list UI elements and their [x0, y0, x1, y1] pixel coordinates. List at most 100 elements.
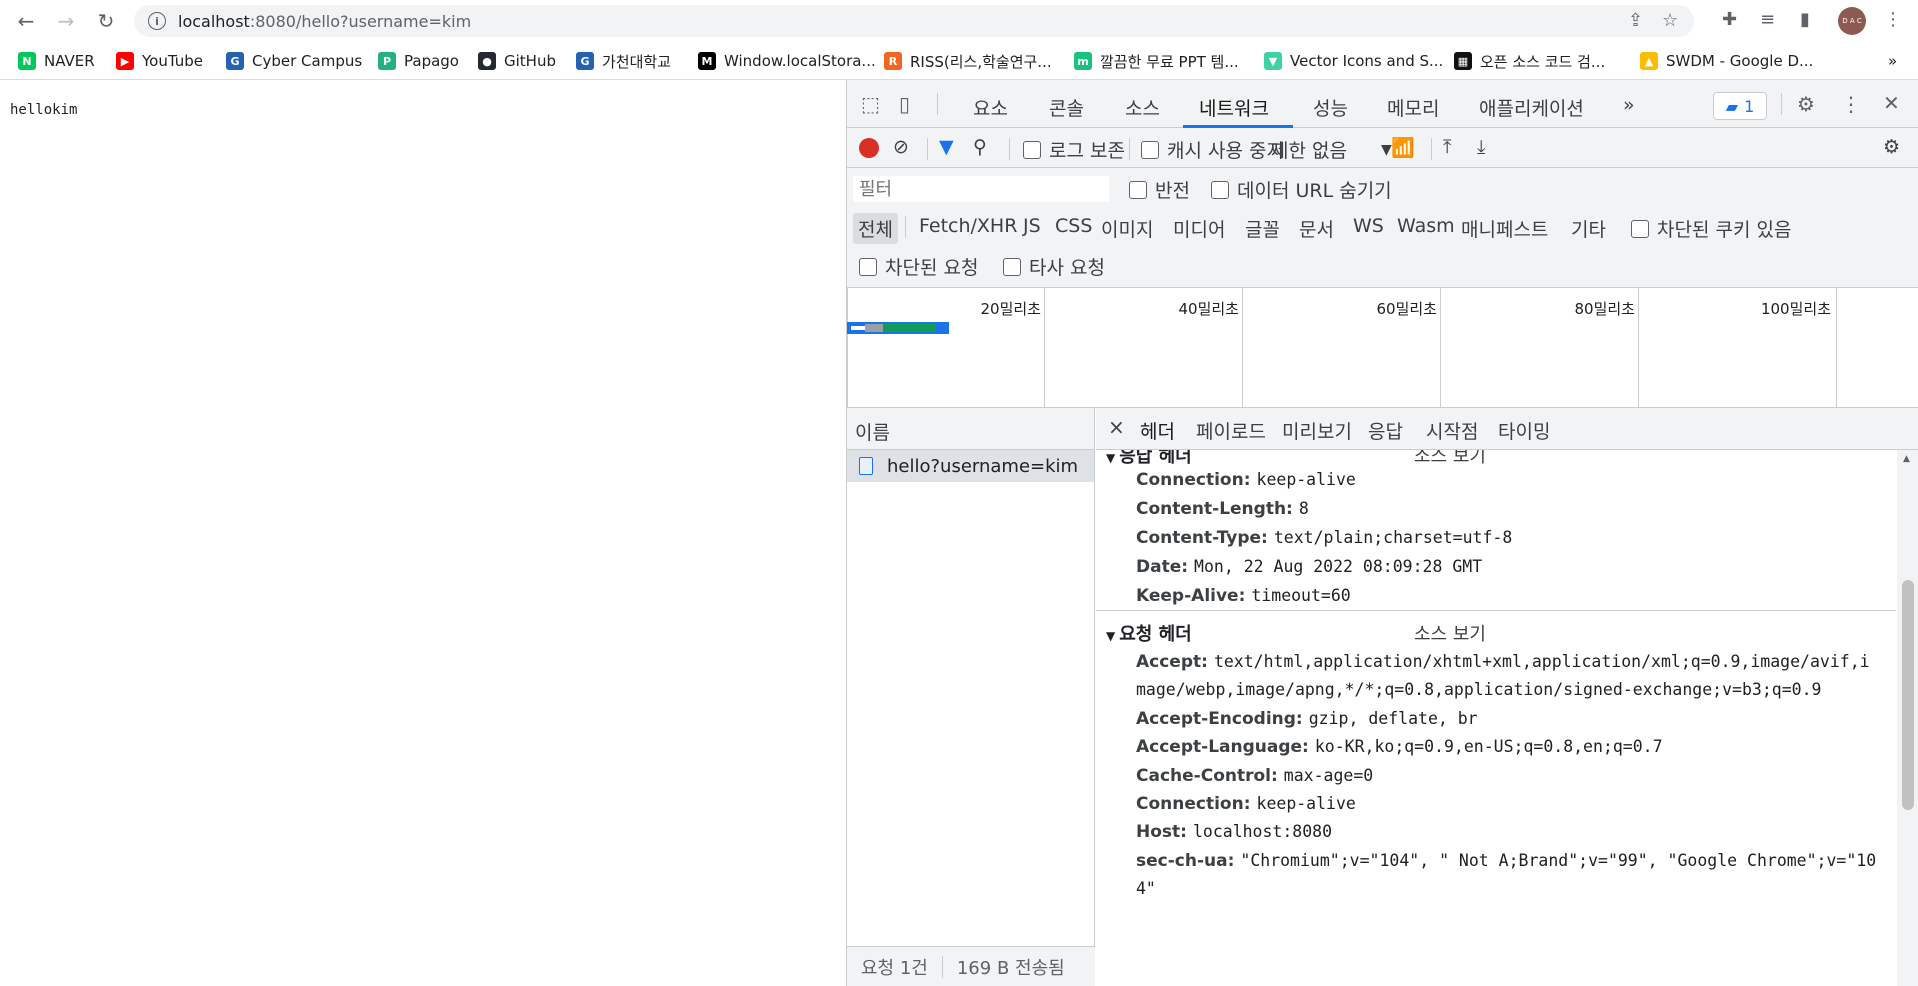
clear-icon[interactable]: ⊘ — [893, 136, 909, 158]
bookmark-item[interactable]: m 깔끔한 무료 PPT 템... — [1074, 50, 1239, 72]
type-filter-fonts[interactable]: 글꼴 — [1245, 215, 1280, 242]
customize-menu-icon[interactable]: ⋮ — [1841, 92, 1861, 116]
forward-icon[interactable]: → — [52, 7, 80, 35]
media-control-icon[interactable]: ≡ — [1760, 9, 1775, 30]
export-har-icon[interactable]: ⤓ — [1477, 136, 1485, 158]
bookmark-item[interactable]: ● GitHub — [478, 50, 556, 72]
bookmark-item[interactable]: R RISS(리스,학술연구... — [884, 50, 1052, 72]
reload-icon[interactable]: ↻ — [92, 7, 120, 35]
tab-network[interactable]: 네트워크 — [1199, 94, 1269, 121]
extensions-icon[interactable]: ✚ — [1722, 9, 1737, 30]
type-filter-all[interactable]: 전체 — [853, 213, 898, 244]
side-panel-icon[interactable]: ▮ — [1800, 9, 1810, 30]
inspect-element-icon[interactable]: ⬚ — [861, 92, 880, 116]
network-settings-icon[interactable]: ⚙ — [1883, 136, 1900, 158]
bookmark-item[interactable]: M Window.localStora... — [698, 50, 876, 72]
name-column-header[interactable]: 이름 — [847, 408, 1094, 450]
bookmark-favicon-icon: ▶ — [116, 52, 134, 70]
more-tabs-icon[interactable]: » — [1623, 94, 1635, 116]
tab-initiator[interactable]: 시작점 — [1426, 417, 1478, 444]
tab-application[interactable]: 애플리케이션 — [1479, 94, 1584, 121]
issues-icon: ▰ — [1725, 96, 1739, 116]
bookmark-item[interactable]: ▦ 오픈 소스 코드 검... — [1454, 50, 1605, 72]
close-detail-icon[interactable]: × — [1108, 415, 1125, 439]
blocked-cookies-checkbox[interactable]: 차단된 쿠키 있음 — [1631, 215, 1791, 242]
network-overview-timeline[interactable]: 20밀리초 40밀리초 60밀리초 80밀리초 100밀리초 — [847, 288, 1918, 408]
type-filter-media[interactable]: 미디어 — [1173, 215, 1225, 242]
bookmark-favicon-icon: G — [226, 52, 244, 70]
view-source-link[interactable]: 소스 보기 — [1414, 620, 1486, 646]
type-filter-doc[interactable]: 문서 — [1299, 215, 1334, 242]
hide-data-urls-checkbox[interactable]: 데이터 URL 숨기기 — [1211, 176, 1392, 203]
type-filter-images[interactable]: 이미지 — [1101, 215, 1153, 242]
blocked-requests-checkbox[interactable]: 차단된 요청 — [859, 253, 978, 280]
tab-elements[interactable]: 요소 — [973, 94, 1008, 121]
device-toolbar-icon[interactable]: ▯ — [899, 92, 910, 116]
settings-gear-icon[interactable]: ⚙ — [1797, 92, 1815, 116]
throttle-select[interactable]: 제한 없음 ▼ — [1271, 136, 1392, 163]
preserve-log-checkbox[interactable]: 로그 보존 — [1023, 136, 1125, 163]
close-devtools-icon[interactable]: ✕ — [1883, 91, 1900, 115]
scroll-thumb[interactable] — [1902, 580, 1914, 810]
import-har-icon[interactable]: ⤒ — [1443, 136, 1451, 158]
tab-preview[interactable]: 미리보기 — [1282, 417, 1352, 444]
more-bookmarks-icon[interactable]: » — [1888, 50, 1897, 72]
header-key: Content-Length: — [1136, 499, 1293, 519]
filter-icon[interactable]: ▼ — [939, 136, 954, 158]
view-source-link[interactable]: 소스 보기 — [1414, 450, 1486, 468]
bookmark-favicon-icon: ● — [478, 52, 496, 70]
tab-performance[interactable]: 성능 — [1313, 94, 1348, 121]
url-text[interactable]: localhost:8080/hello?username=kim — [178, 12, 471, 31]
site-info-icon[interactable]: i — [148, 12, 166, 30]
tab-sources[interactable]: 소스 — [1125, 94, 1160, 121]
response-headers-section[interactable]: ▼ 응답 헤더 — [1106, 450, 1192, 468]
header-key: sec-ch-ua: — [1136, 850, 1235, 871]
share-icon[interactable]: ⇪ — [1628, 10, 1643, 31]
type-filter-ws[interactable]: WS — [1353, 215, 1384, 237]
record-icon[interactable] — [859, 138, 879, 158]
bookmark-favicon-icon: N — [18, 52, 36, 70]
type-filter-js[interactable]: JS — [1023, 215, 1041, 237]
bookmark-item[interactable]: G 가천대학교 — [576, 50, 671, 72]
tab-response[interactable]: 응답 — [1368, 417, 1403, 444]
bookmark-item[interactable]: P Papago — [378, 50, 459, 72]
back-icon[interactable]: ← — [12, 7, 40, 35]
tab-payload[interactable]: 페이로드 — [1196, 417, 1266, 444]
tab-memory[interactable]: 메모리 — [1387, 94, 1439, 121]
type-filter-css[interactable]: CSS — [1055, 215, 1092, 237]
scrollbar[interactable]: ▲ — [1897, 450, 1918, 986]
scroll-up-icon[interactable]: ▲ — [1903, 454, 1910, 464]
network-conditions-icon[interactable]: 📶 — [1391, 136, 1415, 159]
type-filter-wasm[interactable]: Wasm — [1397, 215, 1455, 237]
detail-tabbar: × 헤더 페이로드 미리보기 응답 시작점 타이밍 — [1096, 408, 1918, 450]
browser-menu-icon[interactable]: ⋮ — [1884, 9, 1902, 30]
checkbox-icon — [1631, 219, 1649, 238]
bookmark-favicon-icon: G — [576, 52, 594, 70]
bookmark-item[interactable]: G Cyber Campus — [226, 50, 362, 72]
search-icon[interactable]: ⚲ — [973, 136, 987, 158]
header-row: Accept: text/html,application/xhtml+xml,a… — [1136, 652, 1870, 672]
preserve-log-label: 로그 보존 — [1049, 140, 1125, 162]
invert-checkbox[interactable]: 반전 — [1129, 176, 1190, 203]
third-party-checkbox[interactable]: 타사 요청 — [1003, 253, 1105, 280]
filter-input[interactable] — [853, 176, 1109, 202]
bookmark-item[interactable]: ▲ SWDM - Google D... — [1640, 50, 1813, 72]
disable-cache-label: 캐시 사용 중지 — [1167, 140, 1284, 162]
tab-timing[interactable]: 타이밍 — [1498, 417, 1550, 444]
issues-badge[interactable]: ▰ 1 — [1713, 92, 1767, 120]
request-headers-section[interactable]: ▼ 요청 헤더 — [1106, 620, 1192, 646]
request-row[interactable]: hello?username=kim — [847, 450, 1094, 482]
bookmark-label: Window.localStora... — [724, 52, 876, 70]
disable-cache-checkbox[interactable]: 캐시 사용 중지 — [1141, 136, 1284, 163]
bookmark-item[interactable]: N NAVER — [18, 50, 95, 72]
type-filter-manifest[interactable]: 매니페스트 — [1461, 215, 1548, 242]
profile-avatar[interactable]: D A C — [1838, 7, 1866, 35]
bookmark-star-icon[interactable]: ☆ — [1662, 10, 1678, 31]
bookmark-item[interactable]: ▼ Vector Icons and S... — [1264, 50, 1443, 72]
tab-console[interactable]: 콘솔 — [1049, 94, 1084, 121]
bookmark-item[interactable]: ▶ YouTube — [116, 50, 203, 72]
address-bar[interactable]: i localhost:8080/hello?username=kim ⇪ ☆ — [134, 5, 1694, 37]
tab-headers[interactable]: 헤더 — [1140, 417, 1175, 444]
type-filter-other[interactable]: 기타 — [1571, 215, 1606, 242]
type-filter-fetch-xhr[interactable]: Fetch/XHR — [919, 215, 1017, 237]
